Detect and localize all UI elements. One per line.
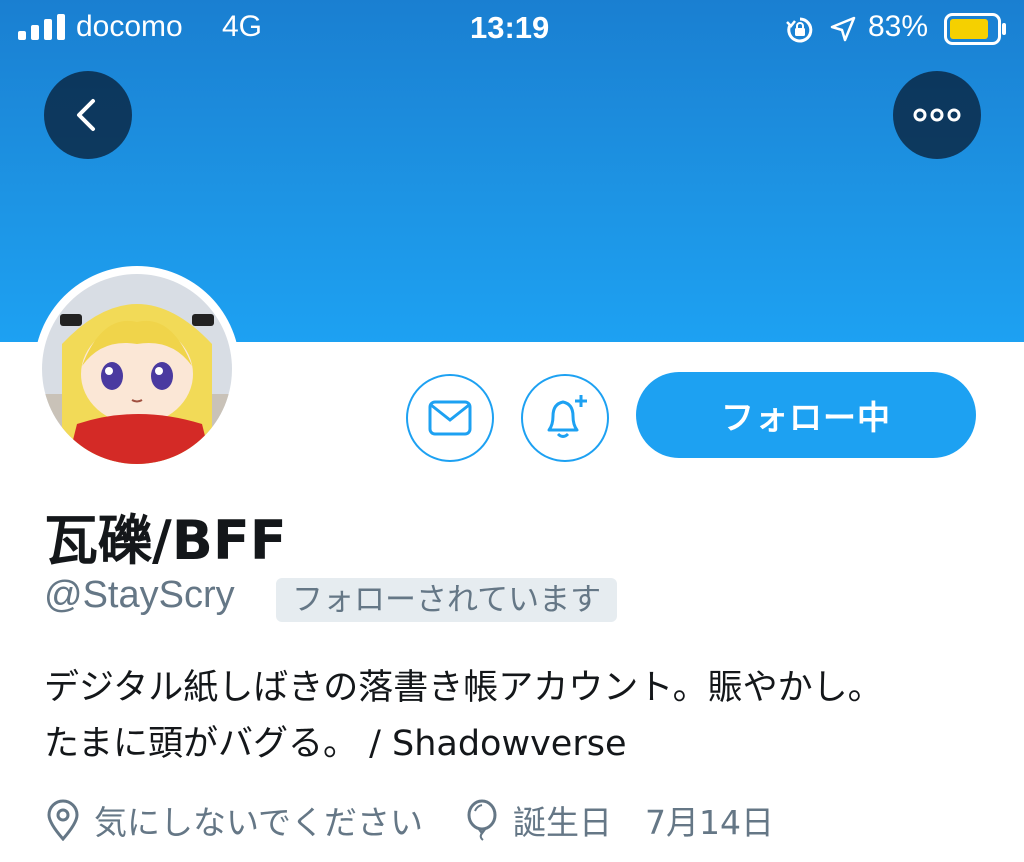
more-options-button[interactable] — [893, 71, 981, 159]
bio-line: たまに頭がバグる。 / Shadowverse — [44, 724, 627, 764]
avatar-image — [42, 274, 232, 464]
battery-icon — [944, 13, 1006, 45]
follows-you-badge: フォローされています — [276, 578, 618, 622]
location-pin-icon — [47, 799, 79, 841]
bell-plus-icon — [547, 395, 587, 438]
avatar-illustration — [42, 274, 232, 464]
profile-bio: デジタル紙しばきの落書き帳アカウント。賑やかし。 たまに頭がバグる。 / Sha… — [44, 660, 1004, 772]
following-button[interactable]: フォロー中 — [636, 372, 976, 458]
profile-avatar[interactable] — [34, 266, 240, 472]
bio-line: デジタル紙しばきの落書き帳アカウント。賑やかし。 — [44, 668, 883, 708]
status-bar: docomo 4G 13:19 83% — [0, 0, 1024, 58]
notifications-button[interactable] — [521, 374, 609, 462]
back-button[interactable] — [44, 71, 132, 159]
message-button[interactable] — [406, 374, 494, 462]
user-handle: @StayScry — [44, 574, 235, 616]
profile-birthday: 誕生日 7月14日 — [513, 803, 775, 842]
carrier-name: docomo — [76, 10, 183, 43]
status-time: 13:19 — [470, 10, 550, 45]
battery-percent: 83% — [868, 10, 929, 43]
rotation-lock-icon — [786, 17, 813, 43]
profile-meta: 気にしないでください 誕生日 7月14日 — [44, 792, 1004, 848]
location-arrow-icon — [830, 16, 856, 42]
network-type: 4G — [222, 10, 263, 43]
balloon-icon — [467, 799, 497, 841]
profile-location: 気にしないでください — [94, 803, 424, 842]
display-name: 瓦礫/BFF — [44, 509, 287, 572]
signal-icon — [18, 14, 65, 40]
chevron-left-icon — [77, 99, 95, 131]
more-dots-icon — [913, 108, 961, 122]
envelope-icon — [428, 400, 472, 436]
